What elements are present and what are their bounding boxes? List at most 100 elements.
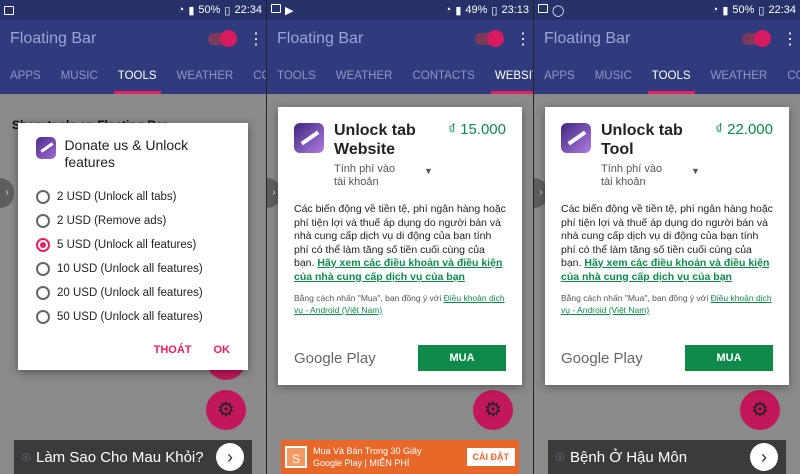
battery-level: 50% (732, 4, 755, 16)
donation-option[interactable]: 2 USD (Unlock all tabs) (36, 185, 230, 209)
cancel-button[interactable]: THOÁT (154, 344, 192, 356)
app-title: Floating Bar (544, 30, 631, 47)
donation-option[interactable]: 10 USD (Unlock all features) (36, 257, 230, 281)
radio-button[interactable] (36, 310, 50, 324)
wifi-icon: ◔ (444, 4, 452, 16)
option-label: 5 USD (Unlock all features) (57, 239, 197, 251)
message-icon: ◯ (552, 4, 565, 17)
play-icon: ▶ (285, 4, 294, 17)
radio-button[interactable] (36, 214, 50, 228)
clock: 22:34 (768, 4, 796, 16)
option-label: 2 USD (Remove ads) (57, 215, 167, 227)
gallery-icon (4, 5, 14, 15)
floating-bar-toggle[interactable] (475, 30, 504, 47)
floating-bar-toggle[interactable] (208, 30, 237, 47)
ok-button[interactable]: OK (214, 344, 231, 356)
donation-option[interactable]: 2 USD (Remove ads) (36, 209, 230, 233)
app-icon (294, 123, 324, 153)
ad-info-icon[interactable]: ⓘ (22, 452, 32, 463)
more-options-icon[interactable]: ⋮ (782, 29, 798, 49)
ad-arrow-icon[interactable]: › (750, 443, 778, 471)
tab-bar: APPS MUSIC TOOLS WEATHER CONT (0, 58, 266, 94)
floating-bar-toggle[interactable] (742, 30, 771, 47)
app-bar: Floating Bar ⋮ (267, 20, 533, 58)
tab-contacts[interactable]: CO (777, 58, 800, 94)
gallery-icon (271, 3, 281, 13)
tab-websites[interactable]: WEBSITES (485, 58, 533, 94)
tab-music[interactable]: MUSIC (51, 58, 108, 94)
radio-button[interactable] (36, 190, 50, 204)
ad-arrow-icon[interactable]: › (216, 443, 244, 471)
battery-icon: ▯ (224, 4, 231, 17)
ad-info-icon[interactable]: ⓘ (556, 452, 566, 463)
tab-contacts[interactable]: CONT (243, 58, 266, 94)
buy-button[interactable]: MUA (418, 345, 506, 371)
disclaimer-text: Các biến động về tiền tệ, phí ngân hàng … (561, 203, 773, 284)
donate-dialog: Donate us & Unlock features 2 USD (Unloc… (18, 123, 248, 370)
install-button[interactable]: CÀI ĐẶT (466, 448, 515, 466)
app-title: Floating Bar (277, 30, 364, 47)
settings-fab[interactable]: ⚙ (473, 390, 513, 430)
carrier-terms-link[interactable]: Hãy xem các điều khoản và điều kiện của … (561, 257, 769, 283)
carrier-terms-link[interactable]: Hãy xem các điều khoản và điều kiện của … (294, 257, 502, 283)
radio-button[interactable] (36, 286, 50, 300)
ad-banner[interactable]: S Mua Và Bán Trong 30 Giây Google Play |… (281, 440, 519, 474)
legal-prefix: Bằng cách nhấn "Mua", bạn đồng ý với (294, 293, 442, 303)
gear-icon: ⚙ (484, 399, 502, 421)
ad-text: Bệnh Ở Hậu Môn (570, 448, 688, 466)
donation-option[interactable]: 5 USD (Unlock all features) (36, 233, 230, 257)
ad-banner[interactable]: ⓘ Bệnh Ở Hậu Môn › (548, 440, 786, 474)
clock: 22:34 (234, 4, 262, 16)
tab-tools[interactable]: TOOLS (267, 58, 326, 94)
tab-weather[interactable]: WEATHER (326, 58, 403, 94)
gear-icon: ⚙ (751, 399, 769, 421)
clock: 23:13 (501, 4, 529, 16)
product-price: ₫ 22.000 (715, 121, 773, 138)
status-bar: ◯ ◔ ▮ 50% ▯ 22:34 (534, 0, 800, 20)
donation-option[interactable]: 50 USD (Unlock all features) (36, 305, 230, 329)
ad-subline: Google Play | MIỄN PHÍ (313, 458, 410, 468)
radio-button-selected[interactable] (36, 238, 50, 252)
tab-weather[interactable]: WEATHER (701, 58, 778, 94)
legal-prefix: Bằng cách nhấn "Mua", bạn đồng ý với (561, 293, 709, 303)
battery-icon: ▯ (758, 4, 765, 17)
tab-music[interactable]: MUSIC (585, 58, 642, 94)
donation-option[interactable]: 20 USD (Unlock all features) (36, 281, 230, 305)
battery-level: 49% (465, 4, 488, 16)
option-label: 20 USD (Unlock all features) (57, 287, 203, 299)
gear-icon: ⚙ (217, 399, 235, 421)
tab-tools[interactable]: TOOLS (108, 58, 167, 94)
billing-method[interactable]: Tính phí vào tài khoản ▼ (334, 163, 506, 189)
disclaimer-text: Các biến động về tiền tệ, phí ngân hàng … (294, 203, 506, 284)
phone-screen-purchase-tool: ◯ ◔ ▮ 50% ▯ 22:34 Floating Bar ⋮ APPS MU… (534, 0, 800, 474)
app-bar: Floating Bar ⋮ (534, 20, 800, 58)
chevron-down-icon[interactable]: ▼ (691, 165, 700, 178)
ad-headline: Mua Và Bán Trong 30 Giây (313, 446, 422, 456)
tab-apps[interactable]: APPS (0, 58, 51, 94)
tab-bar: APPS MUSIC TOOLS WEATHER CO (534, 58, 800, 94)
app-bar: Floating Bar ⋮ (0, 20, 266, 58)
more-options-icon[interactable]: ⋮ (515, 29, 531, 49)
settings-fab[interactable]: ⚙ (206, 390, 246, 430)
legal-text: Bằng cách nhấn "Mua", bạn đồng ý với Điề… (561, 292, 773, 316)
gallery-icon (538, 3, 548, 13)
radio-button[interactable] (36, 262, 50, 276)
more-options-icon[interactable]: ⋮ (248, 29, 264, 49)
signal-icon: ▮ (188, 4, 195, 17)
tab-apps[interactable]: APPS (534, 58, 585, 94)
tab-tools[interactable]: TOOLS (642, 58, 701, 94)
chevron-down-icon[interactable]: ▼ (424, 165, 433, 178)
purchase-dialog: Unlock tab Website ₫ 15.000 Tính phí vào… (278, 107, 522, 385)
phone-screen-purchase-website: ▶ ◔ ▮ 49% ▯ 23:13 Floating Bar ⋮ TOOLS W… (267, 0, 533, 474)
tab-weather[interactable]: WEATHER (167, 58, 244, 94)
billing-method[interactable]: Tính phí vào tài khoản ▼ (601, 163, 773, 189)
billing-label: Tính phí vào tài khoản (601, 163, 663, 188)
tab-contacts[interactable]: CONTACTS (402, 58, 484, 94)
app-icon (561, 123, 591, 153)
ad-banner[interactable]: ⓘ Làm Sao Cho Mau Khỏi? › (14, 440, 252, 474)
buy-button[interactable]: MUA (685, 345, 773, 371)
google-play-logo: Google Play (294, 349, 376, 367)
settings-fab[interactable]: ⚙ (740, 390, 780, 430)
google-play-logo: Google Play (561, 349, 643, 367)
tab-bar: TOOLS WEATHER CONTACTS WEBSITES (267, 58, 533, 94)
